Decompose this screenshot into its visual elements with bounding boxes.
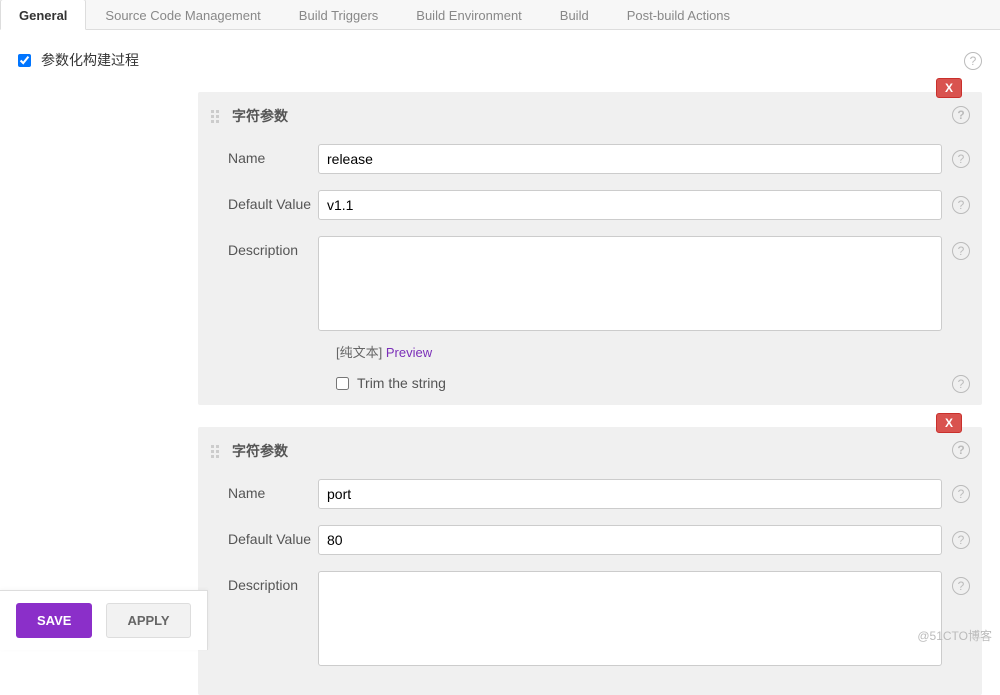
description-footer: [纯文本] Preview bbox=[336, 342, 970, 361]
trim-label: Trim the string bbox=[357, 375, 446, 391]
field-label: Description bbox=[228, 571, 318, 593]
help-icon[interactable]: ? bbox=[952, 441, 970, 459]
name-input[interactable] bbox=[318, 479, 942, 509]
parameter-header: 字符参数? bbox=[210, 106, 970, 126]
field-control bbox=[318, 571, 942, 669]
form-row: Description? bbox=[228, 236, 970, 334]
form-row: Name? bbox=[228, 144, 970, 174]
drag-handle-icon[interactable] bbox=[210, 109, 224, 123]
tab-build[interactable]: Build bbox=[541, 0, 608, 29]
field-control bbox=[318, 479, 942, 509]
field-control bbox=[318, 144, 942, 174]
plain-text-label: [纯文本] bbox=[336, 345, 382, 360]
help-icon[interactable]: ? bbox=[952, 106, 970, 124]
help-icon[interactable]: ? bbox=[952, 150, 970, 168]
parameterize-label: 参数化构建过程 bbox=[41, 50, 139, 70]
help-icon[interactable]: ? bbox=[952, 577, 970, 595]
default-value-input[interactable] bbox=[318, 190, 942, 220]
parameter-header: 字符参数? bbox=[210, 441, 970, 461]
delete-parameter-button[interactable]: X bbox=[936, 413, 962, 433]
help-icon[interactable]: ? bbox=[952, 375, 970, 393]
help-icon[interactable]: ? bbox=[964, 52, 982, 70]
name-input[interactable] bbox=[318, 144, 942, 174]
parameterize-row: 参数化构建过程 ? bbox=[18, 50, 982, 70]
config-tabs: GeneralSource Code ManagementBuild Trigg… bbox=[0, 0, 1000, 30]
field-label: Default Value bbox=[228, 525, 318, 547]
form-row: Name? bbox=[228, 479, 970, 509]
help-icon[interactable]: ? bbox=[952, 242, 970, 260]
help-icon[interactable]: ? bbox=[952, 485, 970, 503]
trim-row: Trim the string? bbox=[336, 375, 970, 391]
default-value-input[interactable] bbox=[318, 525, 942, 555]
trim-checkbox[interactable] bbox=[336, 377, 349, 390]
help-icon[interactable]: ? bbox=[952, 196, 970, 214]
help-icon[interactable]: ? bbox=[952, 531, 970, 549]
field-label: Name bbox=[228, 144, 318, 166]
field-control bbox=[318, 525, 942, 555]
tab-build-environment[interactable]: Build Environment bbox=[397, 0, 541, 29]
watermark-text: @51CTO博客 bbox=[917, 627, 992, 644]
drag-handle-icon[interactable] bbox=[210, 444, 224, 458]
field-label: Default Value bbox=[228, 190, 318, 212]
string-parameter-block: X字符参数?Name?Default Value?Description?[纯文… bbox=[198, 92, 982, 405]
save-button[interactable]: SAVE bbox=[16, 603, 92, 638]
form-row: Default Value? bbox=[228, 190, 970, 220]
parameterize-checkbox[interactable] bbox=[18, 54, 31, 67]
form-row: Description? bbox=[228, 571, 970, 669]
description-textarea[interactable] bbox=[318, 236, 942, 331]
string-parameter-block: X字符参数?Name?Default Value?Description? bbox=[198, 427, 982, 695]
apply-button[interactable]: APPLY bbox=[106, 603, 190, 638]
field-control bbox=[318, 236, 942, 334]
field-label: Name bbox=[228, 479, 318, 501]
parameter-title: 字符参数 bbox=[232, 106, 288, 126]
tab-post-build-actions[interactable]: Post-build Actions bbox=[608, 0, 749, 29]
tab-general[interactable]: General bbox=[0, 0, 86, 30]
tab-build-triggers[interactable]: Build Triggers bbox=[280, 0, 397, 29]
preview-link[interactable]: Preview bbox=[386, 345, 432, 360]
delete-parameter-button[interactable]: X bbox=[936, 78, 962, 98]
tab-source-code-management[interactable]: Source Code Management bbox=[86, 0, 279, 29]
bottom-action-bar: SAVE APPLY bbox=[0, 590, 208, 650]
parameter-title: 字符参数 bbox=[232, 441, 288, 461]
field-label: Description bbox=[228, 236, 318, 258]
field-control bbox=[318, 190, 942, 220]
form-row: Default Value? bbox=[228, 525, 970, 555]
description-textarea[interactable] bbox=[318, 571, 942, 666]
